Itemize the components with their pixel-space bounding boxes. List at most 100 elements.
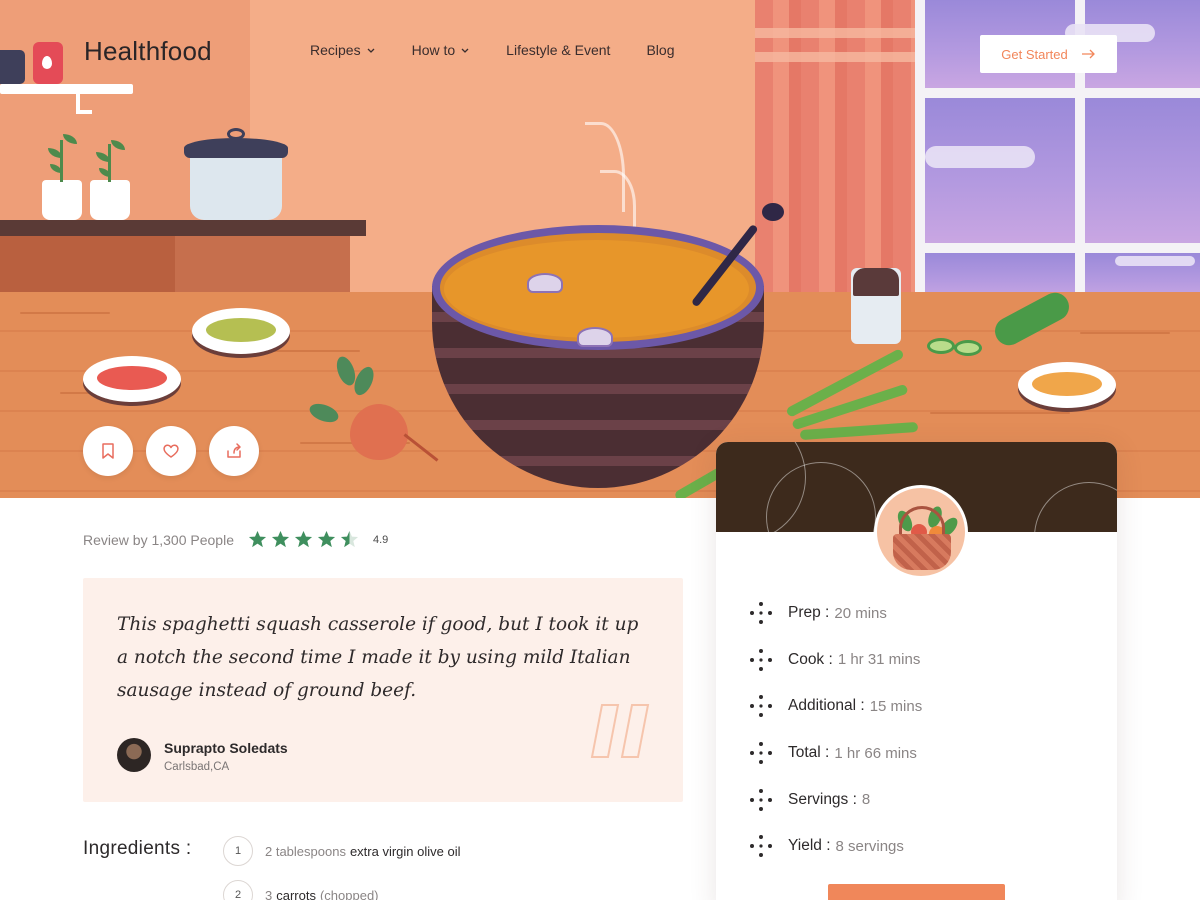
- stat-yield: Yield : 8 servings: [748, 823, 922, 870]
- dots-cross-icon: [750, 602, 772, 625]
- plant-pot: [42, 180, 82, 220]
- curtain-stripe: [755, 28, 915, 38]
- chevron-down-icon: [461, 48, 469, 53]
- ingredients-list: 1 2 tablespoons extra virgin olive oil 2…: [223, 836, 461, 900]
- shelf-bracket: [76, 92, 92, 114]
- bookmark-button[interactable]: [83, 426, 133, 476]
- stat-value: 1 hr 66 mins: [834, 744, 917, 762]
- stat-value: 15 mins: [869, 697, 923, 715]
- sauce: [206, 318, 276, 342]
- share-button[interactable]: [209, 426, 259, 476]
- pot-knob: [227, 128, 245, 140]
- review-count: Review by 1,300 People: [83, 531, 234, 548]
- cucumber-slice: [927, 338, 955, 354]
- heart-icon: [163, 444, 179, 458]
- stat-servings: Servings : 8: [748, 776, 922, 823]
- dots-cross-icon: [750, 835, 772, 858]
- ingredient-number: 1: [223, 836, 253, 866]
- ingredient-quantity: 2 tablespoons: [265, 843, 346, 859]
- stat-prep: Prep : 20 mins: [748, 590, 922, 637]
- counter-top: [0, 220, 366, 236]
- author-name: Suprapto Soledats: [164, 740, 288, 756]
- main-nav: Recipes How to Lifestyle & Event Blog: [310, 42, 674, 58]
- author-location: Carlsbad,CA: [164, 761, 230, 773]
- stat-label: Servings :: [788, 790, 857, 808]
- sauce: [97, 366, 167, 390]
- wood-grain: [20, 312, 110, 314]
- arrow-right-icon: [1081, 49, 1095, 59]
- hero-illustration: [0, 0, 1200, 498]
- quote-mark-icon: [590, 704, 650, 758]
- decorative-arc: [766, 462, 876, 572]
- ingredients-title: Ingredients :: [83, 838, 192, 859]
- sauce-dish: [192, 308, 290, 354]
- brand-name[interactable]: Healthfood: [84, 36, 212, 67]
- beetroot: [350, 404, 408, 460]
- window-pane: [925, 98, 1075, 243]
- wall-shelf: [0, 84, 133, 94]
- stat-additional: Additional : 15 mins: [748, 683, 922, 730]
- avatar: [117, 738, 151, 772]
- window-pane: [1085, 98, 1200, 243]
- basket: [893, 534, 951, 570]
- ingredient-name: carrots: [276, 887, 316, 900]
- stat-cook: Cook : 1 hr 31 mins: [748, 637, 922, 684]
- dots-cross-icon: [750, 648, 772, 671]
- stat-label: Cook :: [788, 650, 833, 668]
- onion-slice: [577, 327, 613, 347]
- shelf-jar: [0, 50, 25, 84]
- star-full-icon: [248, 530, 267, 548]
- plant-stem: [60, 140, 63, 182]
- recipe-info-card: Prep : 20 mins Cook : 1 hr 31 mins Addit…: [716, 442, 1117, 900]
- wood-grain: [1080, 332, 1170, 334]
- star-rating: [248, 530, 359, 549]
- card-action-button[interactable]: [828, 884, 1005, 900]
- ingredient-quantity: 3: [265, 887, 273, 900]
- ladle-handle-end: [762, 203, 784, 221]
- sauce: [1032, 372, 1102, 396]
- water-drop-icon: [42, 56, 52, 69]
- list-item: 2 3 carrots (chopped): [223, 880, 461, 900]
- stat-label: Yield :: [788, 837, 831, 855]
- decorative-arc: [1034, 482, 1117, 592]
- testimonial: This spaghetti squash casserole if good,…: [83, 578, 683, 802]
- curtain-stripe: [755, 52, 915, 62]
- dots-cross-icon: [750, 695, 772, 718]
- favorite-button[interactable]: [146, 426, 196, 476]
- nav-item-label: Lifestyle & Event: [506, 42, 611, 58]
- stat-value: 20 mins: [834, 604, 887, 622]
- review-summary: Review by 1,300 People 4.9: [83, 530, 388, 549]
- share-icon: [227, 443, 241, 458]
- stat-value: 1 hr 31 mins: [837, 651, 921, 669]
- star-full-icon: [317, 530, 336, 548]
- plant-pot: [90, 180, 130, 220]
- dots-cross-icon: [750, 742, 772, 765]
- stat-value: 8: [861, 791, 871, 809]
- counter-cabinet: [0, 236, 175, 296]
- curtain: [755, 0, 915, 300]
- stat-label: Prep :: [788, 604, 830, 622]
- pot-lid: [184, 138, 288, 158]
- cloud: [925, 146, 1035, 168]
- star-full-icon: [271, 530, 290, 548]
- nav-item-lifestyle-event[interactable]: Lifestyle & Event: [506, 42, 610, 58]
- star-full-icon: [294, 530, 313, 548]
- star-half-icon: [340, 530, 359, 548]
- list-item: 1 2 tablespoons extra virgin olive oil: [223, 836, 461, 866]
- vegetable-basket-illustration: [874, 485, 968, 579]
- stat-value: 8 servings: [835, 837, 904, 855]
- get-started-button[interactable]: Get Started: [980, 35, 1117, 73]
- nav-item-blog[interactable]: Blog: [646, 42, 674, 58]
- nav-item-recipes[interactable]: Recipes: [310, 42, 376, 58]
- nav-item-label: Recipes: [310, 42, 361, 58]
- dots-cross-icon: [750, 788, 772, 811]
- sauce-dish: [1018, 362, 1116, 408]
- testimonial-quote: This spaghetti squash casserole if good,…: [117, 614, 639, 701]
- cooking-pot: [190, 150, 282, 220]
- cloud: [1115, 256, 1195, 266]
- rating-value: 4.9: [373, 533, 389, 546]
- salt-shaker-cap: [853, 268, 899, 296]
- onion-slice: [527, 273, 563, 293]
- nav-item-how-to[interactable]: How to: [412, 42, 471, 58]
- ingredient-name: extra virgin olive oil: [349, 843, 461, 859]
